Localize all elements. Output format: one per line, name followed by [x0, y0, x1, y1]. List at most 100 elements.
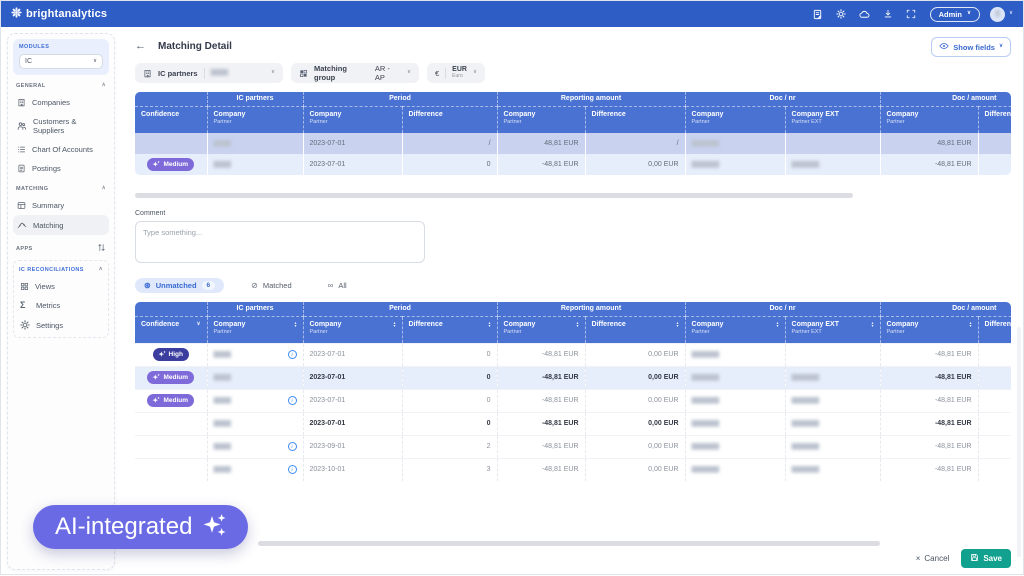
match-row[interactable]: Medium█████i2023-07-010-48,81 EUR0,00 EU… [135, 389, 1011, 412]
column-header[interactable]: Difference▴▾ [402, 316, 497, 343]
group-header: Doc / amount [880, 302, 1011, 316]
sort-icon: ▴▾ [393, 321, 395, 327]
match-row[interactable]: Medium█████2023-07-010-48,81 EUR0,00 EUR… [135, 154, 1011, 175]
file-edit-icon[interactable] [812, 9, 823, 20]
matched-icon: ⊘ [251, 281, 258, 290]
comment-input[interactable] [135, 221, 425, 263]
match-row[interactable]: Medium█████2023-07-010-48,81 EUR0,00 EUR… [135, 366, 1011, 389]
chevron-up-icon: ∧ [99, 267, 103, 273]
redacted-doc-nr-ext: ████████ [792, 444, 819, 450]
cloud-icon[interactable] [859, 9, 870, 20]
info-icon[interactable]: i [288, 350, 297, 359]
sparkles-icon [202, 512, 226, 543]
tab-matched[interactable]: ⊘ Matched [242, 278, 300, 293]
sidebar-item-summary[interactable]: Summary [13, 196, 109, 215]
download-icon[interactable] [883, 9, 893, 19]
brand-name: brightanalytics [26, 8, 107, 20]
redacted-company: █████ [214, 398, 231, 404]
column-header[interactable]: Company▴▾Partner [497, 316, 585, 343]
apps-group: IC RECONCILIATIONS∧ Views Σ Metrics Sett… [13, 260, 109, 338]
gear-icon [20, 320, 30, 330]
back-arrow-icon[interactable]: ← [135, 40, 146, 52]
column-header-row: Confidence∨Company▴▾PartnerCompany▴▾Part… [135, 316, 1011, 343]
chevron-up-icon: ∧ [102, 186, 106, 192]
admin-menu[interactable]: Admin ∨ [930, 7, 980, 22]
confidence-badge: Medium [147, 371, 194, 384]
redacted-company: █████ [214, 444, 231, 450]
sidebar-item-postings[interactable]: Postings [13, 159, 109, 178]
match-row[interactable]: █████i2023-10-013-48,81 EUR0,00 EUR█████… [135, 458, 1011, 481]
column-header: CompanyPartner [497, 106, 585, 133]
show-fields-button[interactable]: Show fields ∨ [931, 37, 1011, 57]
column-header[interactable]: Company▴▾Partner [303, 316, 402, 343]
redacted-doc-nr-ext: ████████ [792, 162, 819, 168]
document-icon [17, 164, 26, 173]
horizontal-scrollbar[interactable] [135, 541, 1011, 546]
column-header[interactable]: Company▴▾Partner [207, 316, 303, 343]
match-filter-tabs: ⊛ Unmatched 6 ⊘ Matched ∞ All [135, 278, 1011, 293]
sidebar-item-views[interactable]: Views [16, 277, 106, 296]
people-icon [17, 121, 27, 131]
redacted-doc-nr: ████████ [692, 444, 719, 450]
sidebar-item-companies[interactable]: Companies [13, 93, 109, 112]
cancel-button[interactable]: × Cancel [916, 554, 950, 563]
sort-icon: ▴▾ [489, 321, 491, 327]
match-row[interactable]: High█████i2023-07-010-48,81 EUR0,00 EUR█… [135, 343, 1011, 366]
sparkle-icon [152, 396, 160, 406]
module-select[interactable]: IC ∨ [19, 54, 103, 69]
tab-unmatched[interactable]: ⊛ Unmatched 6 [135, 278, 224, 293]
column-header[interactable]: Difference▴▾ [585, 316, 685, 343]
column-header[interactable]: Confidence∨ [135, 316, 207, 343]
matching-group-filter[interactable]: Matching group AR - AP ∨ [291, 63, 419, 83]
candidate-matches-table: IC partnersPeriodReporting amountDoc / n… [135, 302, 1011, 481]
ic-partners-filter[interactable]: IC partners █████ ∨ [135, 63, 283, 83]
sidebar: MODULES IC ∨ GENERAL∧ Companies Customer… [1, 27, 121, 576]
chevron-up-icon: ∧ [102, 83, 106, 89]
section-matching[interactable]: MATCHING∧ [13, 178, 109, 196]
brand-logo: brightanalytics [11, 5, 107, 23]
horizontal-scrollbar[interactable] [135, 193, 1011, 198]
group-header: Doc / nr [685, 302, 880, 316]
sparkle-icon [158, 350, 166, 360]
info-icon[interactable]: i [288, 396, 297, 405]
matched-pair-table: IC partnersPeriodReporting amountDoc / n… [135, 92, 1011, 175]
section-apps[interactable]: APPS [13, 235, 109, 258]
column-header[interactable]: Company▴▾Partner [880, 316, 978, 343]
close-icon: × [916, 554, 921, 563]
match-row[interactable]: █████2023-07-01/48,81 EUR/████████48,81 … [135, 133, 1011, 154]
gear-icon[interactable] [836, 9, 846, 19]
fullscreen-icon[interactable] [906, 9, 916, 19]
grid-icon [20, 282, 29, 291]
sidebar-item-matching[interactable]: Matching [13, 215, 109, 235]
section-general[interactable]: GENERAL∧ [13, 75, 109, 93]
sidebar-item-customers-suppliers[interactable]: Customers & Suppliers [13, 112, 109, 140]
sidebar-item-metrics[interactable]: Σ Metrics [16, 296, 106, 315]
tab-all[interactable]: ∞ All [319, 278, 356, 293]
redacted-company: █████ [214, 467, 231, 473]
column-header[interactable]: Difference▴▾ [978, 316, 1011, 343]
currency-filter[interactable]: € EUR Euro ∨ [427, 63, 485, 83]
redacted-company: █████ [214, 421, 231, 427]
user-menu[interactable]: █ ∨ [990, 7, 1013, 22]
vertical-scrollbar[interactable] [1017, 327, 1021, 557]
match-row[interactable]: █████2023-07-010-48,81 EUR0,00 EUR██████… [135, 412, 1011, 435]
match-row[interactable]: █████i2023-09-012-48,81 EUR0,00 EUR█████… [135, 435, 1011, 458]
redacted-company: █████ [214, 352, 231, 358]
redacted-doc-nr: ████████ [692, 375, 719, 381]
column-header[interactable]: Company▴▾Partner [685, 316, 785, 343]
unmatched-count-badge: 6 [202, 281, 216, 290]
building-icon [143, 69, 152, 78]
sparkle-icon [152, 160, 160, 170]
column-header[interactable]: Company EXT▴▾Partner EXT [785, 316, 880, 343]
sidebar-item-chart-of-accounts[interactable]: Chart Of Accounts [13, 140, 109, 159]
admin-label: Admin [939, 10, 962, 19]
section-ic-reconciliations[interactable]: IC RECONCILIATIONS∧ [16, 263, 106, 277]
redacted-doc-nr: ████████ [692, 421, 719, 427]
save-button[interactable]: Save [961, 549, 1011, 568]
floppy-icon [970, 553, 979, 564]
avatar: █ [990, 7, 1005, 22]
info-icon[interactable]: i [288, 465, 297, 474]
sort-icon: ∨ [196, 321, 200, 327]
info-icon[interactable]: i [288, 442, 297, 451]
sidebar-item-settings[interactable]: Settings [16, 315, 106, 335]
